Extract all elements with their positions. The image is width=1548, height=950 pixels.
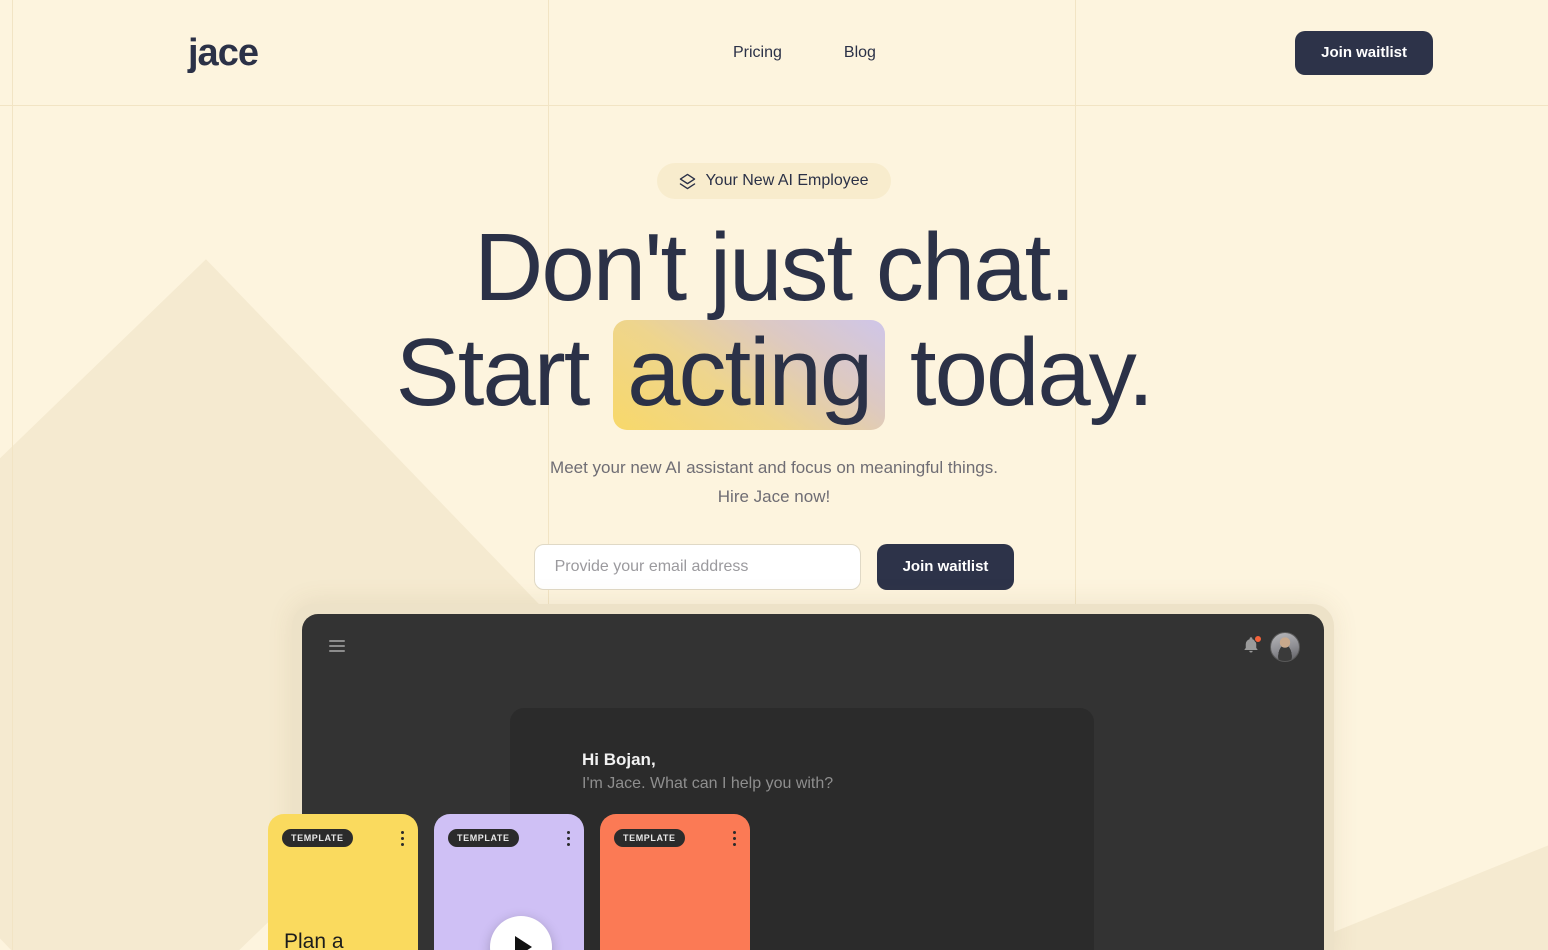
hero-subtitle-line-2: Hire Jace now!	[717, 487, 831, 507]
template-badge: TEMPLATE	[448, 829, 519, 847]
template-card-wedding[interactable]: TEMPLATE Plan a wedding	[268, 814, 418, 950]
app-topbar-actions	[1242, 632, 1300, 662]
card-more-options-icon[interactable]	[733, 831, 736, 846]
notification-badge-dot	[1254, 635, 1262, 643]
hamburger-icon[interactable]	[329, 640, 345, 652]
hero-subtitle-line-1: Meet your new AI assistant and focus on …	[550, 458, 998, 478]
notification-bell-icon[interactable]	[1242, 635, 1262, 658]
hero-subtitle: Meet your new AI assistant and focus on …	[0, 454, 1548, 512]
avatar[interactable]	[1270, 632, 1300, 662]
nav-item-pricing[interactable]: Pricing	[733, 44, 782, 62]
site-header: jace Pricing Blog Join waitlist	[0, 0, 1548, 105]
landing-page: jace Pricing Blog Join waitlist Your New…	[0, 0, 1548, 950]
app-topbar	[302, 614, 1324, 676]
headline-prefix: Start	[395, 318, 614, 426]
template-card-title: Plan a wedding	[284, 929, 344, 950]
template-badge: TEMPLATE	[282, 829, 353, 847]
layers-icon	[679, 173, 696, 190]
brand-logo[interactable]: jace	[188, 34, 259, 72]
header-join-waitlist-button[interactable]: Join waitlist	[1295, 30, 1433, 75]
hero-section: Your New AI Employee Don't just chat. St…	[0, 105, 1548, 591]
template-badge: TEMPLATE	[614, 829, 685, 847]
card-more-options-icon[interactable]	[567, 831, 570, 846]
headline-line-2: Start acting today.	[0, 318, 1548, 431]
hero-badge-label: Your New AI Employee	[705, 172, 869, 189]
template-card-list: TEMPLATE Plan a wedding TEMPLATE TEMPLAT…	[268, 814, 750, 950]
greeting-title: Hi Bojan,	[582, 750, 656, 769]
card-more-options-icon[interactable]	[401, 831, 404, 846]
hero-badge: Your New AI Employee	[657, 163, 891, 199]
nav-item-blog[interactable]: Blog	[844, 44, 876, 62]
waitlist-form: Join waitlist	[0, 544, 1548, 591]
headline-highlight: acting	[613, 319, 886, 431]
headline-line-1: Don't just chat.	[474, 214, 1076, 321]
template-card-right[interactable]: TEMPLATE	[600, 814, 750, 950]
main-navigation: Pricing Blog	[733, 44, 876, 62]
greeting-subtitle: I'm Jace. What can I help you with?	[582, 775, 834, 792]
email-input[interactable]	[533, 544, 861, 591]
headline-suffix: today.	[885, 318, 1154, 426]
hero-join-waitlist-button[interactable]: Join waitlist	[876, 544, 1015, 591]
page-title: Don't just chat. Start acting today.	[0, 214, 1548, 431]
